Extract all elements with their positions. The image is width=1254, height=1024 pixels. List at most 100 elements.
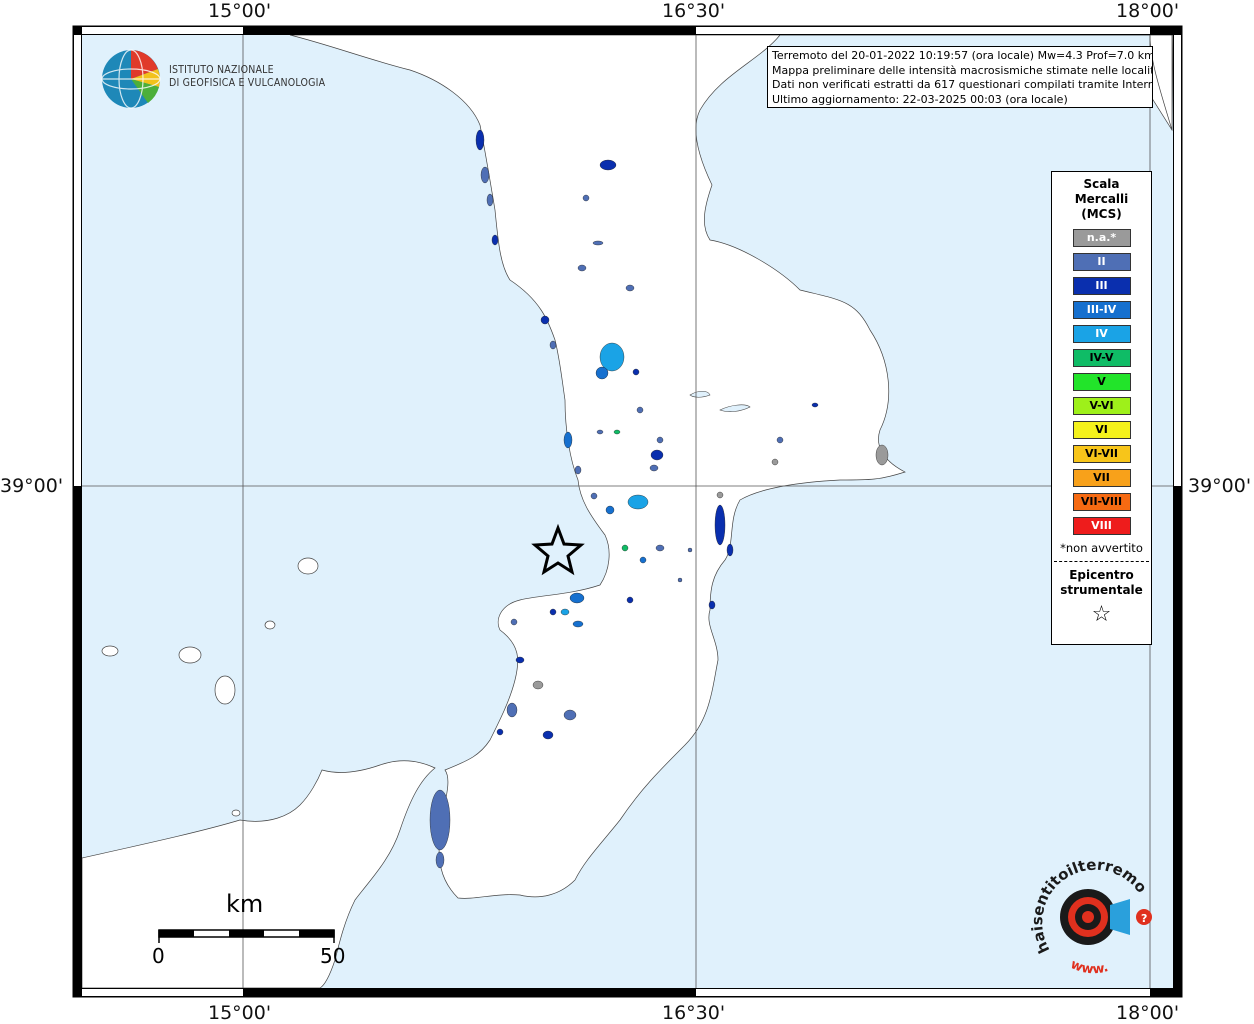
coord-right-1: 39°00' [1188, 475, 1252, 497]
report-patch [506, 702, 518, 718]
island-6 [231, 809, 241, 817]
event-info-box: Terremoto del 20-01-2022 10:19:57 (ora l… [767, 46, 1153, 108]
report-patch [708, 600, 716, 610]
legend-epicenter: Epicentro strumentale [1052, 568, 1151, 598]
coord-top-2: 16°30' [662, 0, 726, 22]
report-patch [649, 464, 659, 472]
report-patch [771, 458, 779, 466]
info-line-4: Ultimo aggiornamento: 22-03-2025 00:03 (… [772, 92, 1068, 106]
report-patch [577, 264, 587, 272]
report-patch [656, 436, 664, 444]
report-patch [714, 504, 726, 546]
report-patch [687, 547, 693, 553]
report-patch [636, 406, 644, 414]
report-patch [875, 444, 889, 466]
legend-item-vii: VII [1072, 469, 1131, 487]
scale-start: 0 [152, 944, 165, 968]
legend-items: n.a.* II III III-IV IV IV-V V V-VI VI VI-VII VII VI… [1052, 229, 1151, 535]
island-5 [264, 620, 276, 630]
island-2 [178, 646, 202, 664]
report-patch [475, 129, 485, 151]
report-patch [582, 194, 590, 202]
report-patch [592, 240, 604, 246]
report-patch [726, 543, 734, 557]
coord-bottom-2: 16°30' [662, 1002, 726, 1024]
legend-separator [1054, 561, 1149, 562]
legend-title: Scala Mercalli (MCS) [1052, 177, 1151, 222]
legend: Scala Mercalli (MCS) n.a.* II III III-IV IV I… [1051, 171, 1152, 645]
report-patch [613, 429, 621, 435]
island-3 [214, 675, 236, 705]
report-patch [563, 709, 577, 721]
report-patch [776, 436, 784, 444]
hst-logo-www: www. [1068, 957, 1110, 977]
ingv-name-line2: DI GEOFISICA E VULCANOLOGIA [169, 77, 326, 89]
report-patch [626, 596, 634, 604]
coord-top-1: 15°00' [208, 0, 272, 22]
report-patch [510, 618, 518, 626]
report-patch [560, 608, 570, 616]
legend-item-ii: II [1072, 253, 1131, 271]
report-patch [496, 728, 504, 736]
report-patch [655, 544, 665, 552]
legend-title-3: (MCS) [1081, 207, 1122, 221]
legend-item-iii-iv: III-IV [1072, 301, 1131, 319]
legend-epi-1: Epicentro [1069, 568, 1134, 582]
legend-epi-2: strumentale [1060, 583, 1143, 597]
report-patch [632, 368, 640, 376]
info-line-1: Terremoto del 20-01-2022 10:19:57 (ora l… [772, 49, 1153, 62]
report-patch [716, 491, 724, 499]
report-patch [639, 556, 647, 564]
report-patch [599, 342, 625, 372]
report-patch [627, 494, 649, 510]
scale-unit: km [226, 890, 264, 918]
report-patch [486, 193, 494, 207]
report-patch [435, 851, 445, 869]
legend-item-v: V [1072, 373, 1131, 391]
report-patch [596, 429, 604, 435]
report-patch [542, 730, 554, 740]
report-patch [549, 340, 557, 350]
coord-bottom-3: 18°00' [1116, 1002, 1180, 1024]
legend-item-vii-viii: VII-VIII [1072, 493, 1131, 511]
report-patch [563, 431, 573, 449]
coord-bottom-1: 15°00' [208, 1002, 272, 1024]
report-patch [590, 492, 598, 500]
report-patch [429, 789, 451, 851]
report-patch [599, 159, 617, 171]
report-patch [549, 608, 557, 616]
legend-item-v-vi: V-VI [1072, 397, 1131, 415]
legend-note: *non avvertito [1060, 541, 1143, 555]
report-patch [532, 680, 544, 690]
island-4 [101, 645, 119, 657]
haisentito-logo: ? haisentitoilterremoto.it www. [1030, 855, 1152, 977]
report-patch [491, 234, 499, 246]
legend-item-iv-v: IV-V [1072, 349, 1131, 367]
report-patch [677, 577, 683, 583]
ingv-name-line1: ISTITUTO NAZIONALE [169, 64, 274, 76]
legend-title-2: Mercalli [1074, 192, 1129, 206]
info-line-2: Mappa preliminare delle intensità macros… [772, 63, 1153, 77]
report-patch [574, 465, 582, 475]
report-patch [650, 449, 664, 461]
svg-text:www.: www. [1068, 957, 1110, 977]
report-patch [605, 505, 615, 515]
coord-left-1: 39°00' [0, 475, 64, 497]
scale-end: 50 [320, 944, 346, 968]
legend-item-n-a: n.a.* [1072, 229, 1131, 247]
legend-item-vi-vii: VI-VII [1072, 445, 1131, 463]
report-patch [480, 166, 490, 184]
legend-star-icon: ☆ [1091, 602, 1112, 627]
legend-item-viii: VIII [1072, 517, 1131, 535]
coord-top-3: 18°00' [1116, 0, 1180, 22]
report-patch [569, 592, 585, 604]
report-patch [515, 656, 525, 664]
island-1 [297, 557, 319, 575]
ingv-name: ISTITUTO NAZIONALE DI GEOFISICA E VULCAN… [169, 64, 325, 90]
info-line-3: Dati non verificati estratti da 617 ques… [772, 78, 1153, 91]
legend-item-iv: IV [1072, 325, 1131, 343]
legend-item-iii: III [1072, 277, 1131, 295]
legend-item-vi: VI [1072, 421, 1131, 439]
legend-title-1: Scala [1083, 177, 1120, 191]
report-patch [540, 315, 550, 325]
